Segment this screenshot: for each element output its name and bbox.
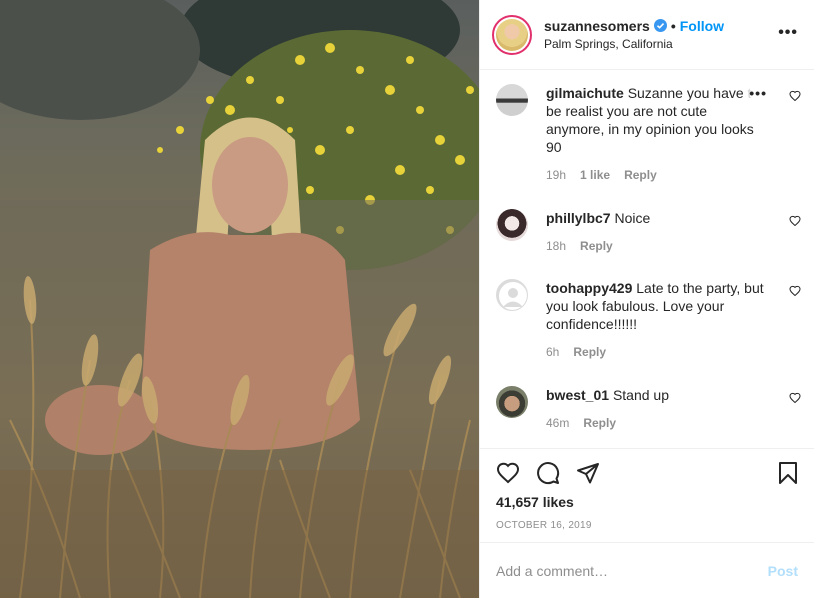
like-comment-heart-icon[interactable] [789,90,801,102]
share-send-icon[interactable] [576,461,600,485]
reply-button[interactable]: Reply [580,239,613,253]
comment-time[interactable]: 18h [546,239,566,253]
like-heart-icon[interactable] [496,461,520,485]
comment-likes[interactable]: 1 like [580,168,610,182]
add-comment-input[interactable] [496,562,768,579]
comment-item: toohappy429 Late to the party, but you l… [496,279,801,359]
default-avatar-icon [497,280,527,310]
post-comment-button[interactable]: Post [768,563,798,579]
photo-illustration [0,0,479,598]
commenter-avatar[interactable] [496,209,528,241]
commenter-avatar[interactable] [496,279,528,311]
comment-time[interactable]: 46m [546,416,569,430]
follow-button[interactable]: Follow [680,17,724,35]
save-bookmark-icon[interactable] [776,461,800,485]
comment-username[interactable]: toohappy429 [546,280,632,296]
like-comment-heart-icon[interactable] [789,392,801,404]
comment-more-icon[interactable]: ••• [743,85,767,101]
more-options-icon[interactable]: ••• [778,24,798,42]
comment-text: Noice [614,210,651,226]
reply-button[interactable]: Reply [573,345,606,359]
author-username[interactable]: suzannesomers [544,17,650,35]
post-location[interactable]: Palm Springs, California [544,35,724,53]
post-date[interactable]: OCTOBER 16, 2019 [496,520,592,531]
commenter-avatar[interactable] [496,386,528,418]
comment-item: bwest_01 Stand up 46m Reply [496,386,801,430]
likes-count[interactable]: 41,657 likes [496,494,574,510]
comment-bubble-icon[interactable] [536,461,560,485]
comment-time[interactable]: 19h [546,168,566,182]
reply-button[interactable]: Reply [624,168,657,182]
comment-item: gilmaichute Suzanne you have to be reali… [496,84,801,182]
comment-username[interactable]: bwest_01 [546,387,609,403]
like-comment-heart-icon[interactable] [789,215,801,227]
reply-button[interactable]: Reply [583,416,616,430]
comment-text: Stand up [612,387,669,403]
comment-username[interactable]: gilmaichute [546,85,624,101]
comment-time[interactable]: 6h [546,345,559,359]
comment-composer: Post [480,542,814,598]
comment-item: phillylbc7 Noice 18h Reply [496,209,801,253]
post-header: suzannesomers • Follow Palm Springs, Cal… [480,0,814,70]
post-actions: 41,657 likes OCTOBER 16, 2019 [480,448,814,542]
separator-dot: • [670,17,676,34]
like-comment-heart-icon[interactable] [789,285,801,297]
commenter-avatar[interactable] [496,84,528,116]
post-photo [0,0,479,598]
post-sidebar: suzannesomers • Follow Palm Springs, Cal… [479,0,814,598]
author-avatar[interactable] [492,14,532,55]
comments-list: gilmaichute Suzanne you have to be reali… [480,70,814,450]
comment-username[interactable]: phillylbc7 [546,210,611,226]
verified-badge-icon [653,19,667,32]
